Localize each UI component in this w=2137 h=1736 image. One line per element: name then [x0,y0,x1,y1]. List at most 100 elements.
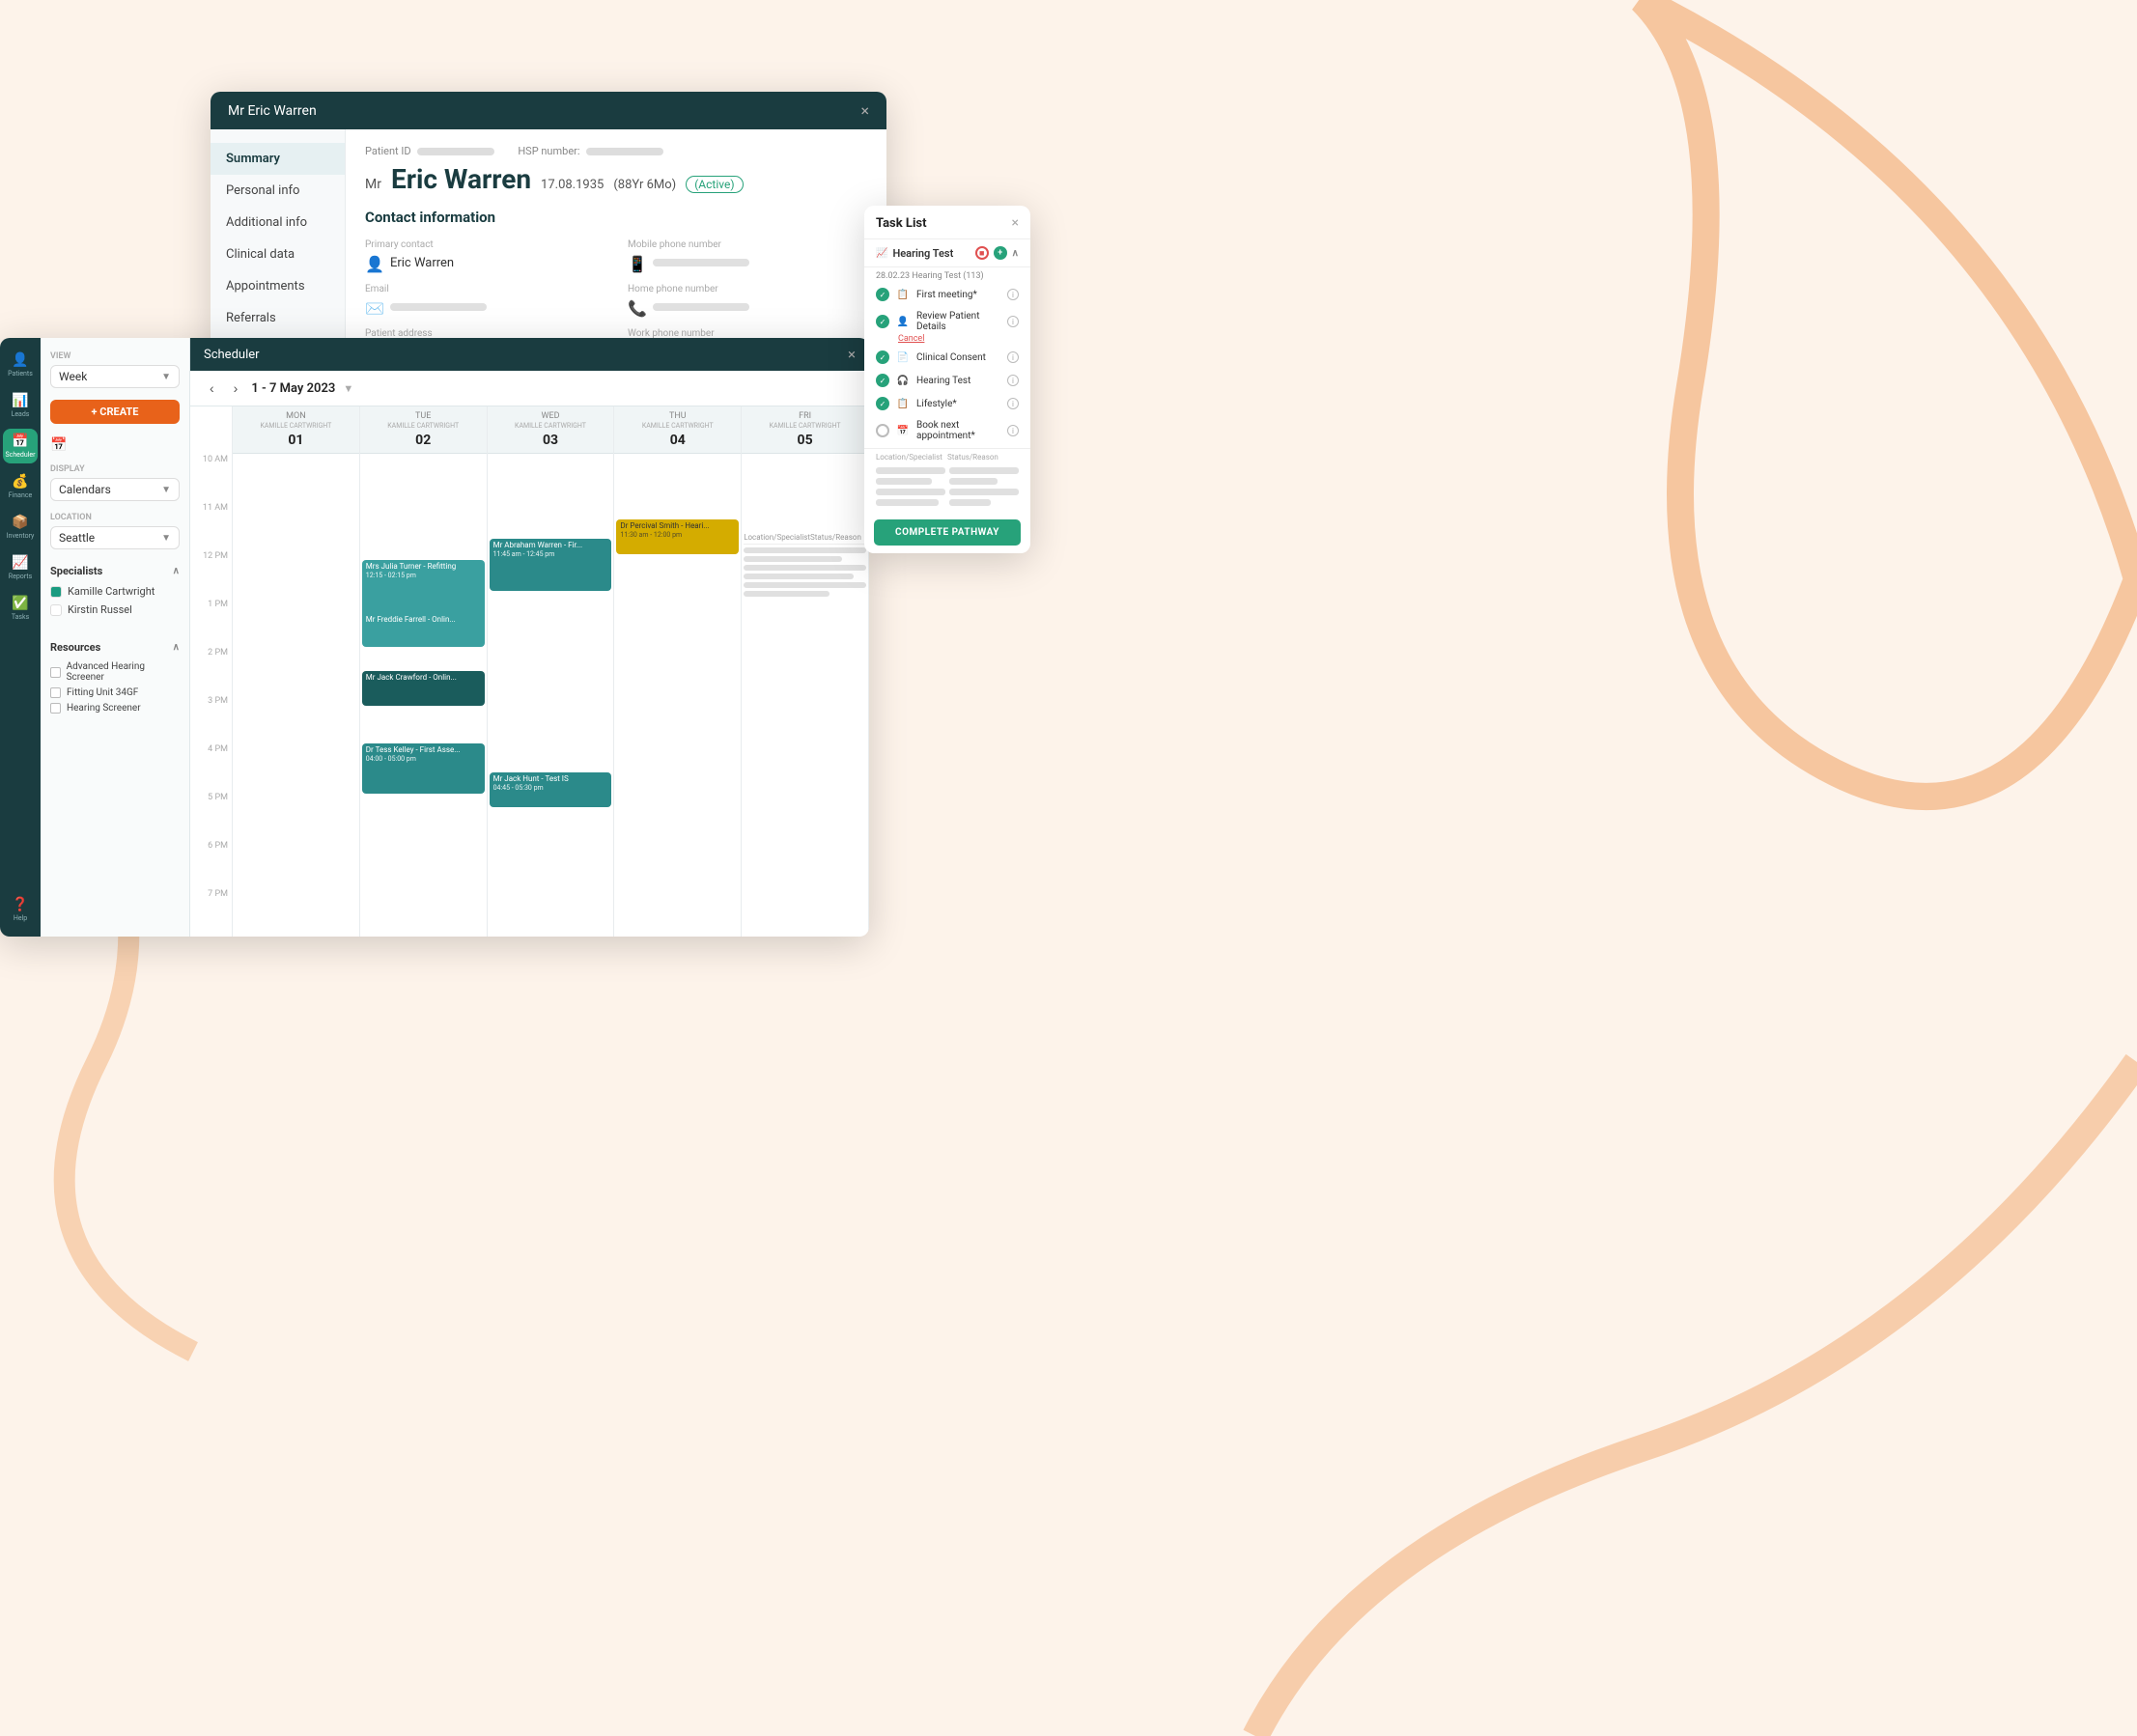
time-1pm: 1 PM [190,596,232,644]
appt-percival-smith[interactable]: Dr Percival Smith - Heari... 11:30 am - … [616,519,739,554]
resources-chevron-icon[interactable]: ∧ [173,642,180,653]
hearing-test-action-icons: ■ + ∧ [975,246,1019,260]
task-table-row-1 [876,467,1019,474]
patient-nav-summary[interactable]: Summary [211,143,345,175]
nav-tasks[interactable]: ✅ Tasks [3,591,38,626]
task-info-review[interactable]: i [1007,316,1019,327]
day-header-thu: THU KAMILLE CARTWRIGHT 04 [614,406,741,454]
cell-status-2 [949,478,998,485]
nav-finance[interactable]: 💰 Finance [3,469,38,504]
specialist-kamille-checkbox[interactable] [50,586,62,598]
patient-mr-label: Mr [365,177,381,192]
specialist-item-kamille[interactable]: Kamille Cartwright [50,585,180,598]
specialist-wed: KAMILLE CARTWRIGHT [490,422,612,430]
table-header-location: Location/Specialist [876,453,947,462]
task-table-header: Location/Specialist Status/Reason [864,448,1030,465]
nav-inventory[interactable]: 📦 Inventory [3,510,38,545]
day-slots-wed: Mr Abraham Warren - Fir... 11:45 am - 12… [488,454,614,937]
cal-date-dropdown-icon[interactable]: ▼ [343,382,353,395]
leads-icon: 📊 [12,393,28,408]
task-icon-headphones: 🎧 [896,374,910,387]
patient-nav-referrals[interactable]: Referrals [211,302,345,334]
task-icon-clipboard: 📋 [896,288,910,301]
cal-next-button[interactable]: › [228,378,244,398]
task-info-hearing[interactable]: i [1007,375,1019,386]
task-label-first-meeting: First meeting* [916,290,1000,300]
task-table-row-2 [876,478,1019,485]
cell-status-3 [949,489,1019,495]
nav-help[interactable]: ❓ Help [3,892,38,927]
appt-jack-crawford[interactable]: Mr Jack Crawford - Onlin... [362,671,485,706]
task-info-lifestyle[interactable]: i [1007,398,1019,409]
display-control: Display Calendars ▼ [50,464,180,501]
task-label-hearing: Hearing Test [916,376,1000,386]
email-field: Email ✉️ [365,284,605,315]
specialists-header: Specialists ∧ [50,565,180,577]
nav-reports[interactable]: 📈 Reports [3,550,38,585]
resource-fitting-checkbox[interactable] [50,687,61,698]
task-list-close-button[interactable]: × [1012,215,1019,231]
specialist-mon: KAMILLE CARTWRIGHT [235,422,357,430]
create-button[interactable]: + CREATE [50,400,180,424]
specialist-tue: KAMILLE CARTWRIGHT [362,422,485,430]
dom-mon: 01 [288,433,303,448]
task-info-book[interactable]: i [1007,425,1019,436]
patient-modal-title: Mr Eric Warren [228,103,317,119]
patient-modal-close-button[interactable]: × [860,101,869,120]
resource-hearing-checkbox[interactable] [50,703,61,714]
patient-id-row: Patient ID HSP number: [365,145,867,157]
task-label-review: Review Patient Details [916,311,1000,332]
appt-tess-kelley[interactable]: Dr Tess Kelley - First Asse... 04:00 - 0… [362,743,485,794]
task-icon-person: 👤 [896,315,910,328]
display-select[interactable]: Calendars ▼ [50,478,180,501]
inventory-icon: 📦 [12,515,28,530]
task-cancel-link[interactable]: Cancel [898,334,1030,344]
display-label: Display [50,464,180,474]
specialists-title: Specialists [50,565,102,577]
time-7pm: 7 PM [190,885,232,934]
patient-nav-personal[interactable]: Personal info [211,175,345,207]
collapse-icon[interactable]: ∧ [1012,248,1019,259]
scheduler-top-bar: Scheduler × [190,338,869,371]
specialist-kamille-name: Kamille Cartwright [68,585,155,598]
table-row-5 [744,582,866,588]
location-select[interactable]: Seattle ▼ [50,526,180,549]
location-specialist-header: Location/Specialist [744,533,810,542]
complete-pathway-button[interactable]: COMPLETE PATHWAY [874,519,1021,546]
view-select[interactable]: Week ▼ [50,365,180,388]
calendar-icon-row: 📅 [50,437,180,453]
stop-icon[interactable]: ■ [975,246,989,260]
home-phone-icon: 📞 [628,299,643,315]
appt-jack-hunt[interactable]: Mr Jack Hunt - Test IS 04:45 - 05:30 pm [490,772,612,807]
resources-header: Resources ∧ [50,641,180,654]
add-icon[interactable]: + [994,246,1007,260]
task-label-clinical: Clinical Consent [916,352,1000,363]
task-info-first-meeting[interactable]: i [1007,289,1019,300]
nav-leads[interactable]: 📊 Leads [3,388,38,423]
scheduler-icon: 📅 [12,434,28,449]
view-value: Week [59,370,87,383]
patient-nav-clinical[interactable]: Clinical data [211,238,345,270]
specialists-chevron-icon[interactable]: ∧ [173,566,180,576]
specialist-kirstin-checkbox[interactable] [50,604,62,616]
appt-time: 04:00 - 05:00 pm [366,755,481,764]
patient-nav-additional[interactable]: Additional info [211,207,345,238]
appt-abraham-warren[interactable]: Mr Abraham Warren - Fir... 11:45 am - 12… [490,539,612,591]
task-label-lifestyle: Lifestyle* [916,399,1000,409]
nav-patients[interactable]: 👤 Patients [3,348,38,382]
primary-contact-label: Primary contact [365,239,605,250]
day-slots-thu: Dr Percival Smith - Heari... 11:30 am - … [614,454,741,937]
scheduler-close-button[interactable]: × [848,346,856,363]
appt-freddie-farrell[interactable]: Mr Freddie Farrell - Onlin... [362,613,485,640]
patient-name-row: Mr Eric Warren 17.08.1935 (88Yr 6Mo) (Ac… [365,163,867,195]
nav-scheduler[interactable]: 📅 Scheduler [3,429,38,463]
appt-label: Mrs Julia Turner - Refitting [366,562,481,572]
task-info-clinical[interactable]: i [1007,351,1019,363]
resource-hearing-screener: Hearing Screener [50,703,180,714]
time-6pm: 6 PM [190,837,232,885]
patient-nav-appointments[interactable]: Appointments [211,270,345,302]
specialist-item-kirstin[interactable]: Kirstin Russel [50,603,180,616]
cal-prev-button[interactable]: ‹ [204,378,220,398]
resource-advanced-checkbox[interactable] [50,667,61,678]
day-header-wed: WED KAMILLE CARTWRIGHT 03 [488,406,614,454]
